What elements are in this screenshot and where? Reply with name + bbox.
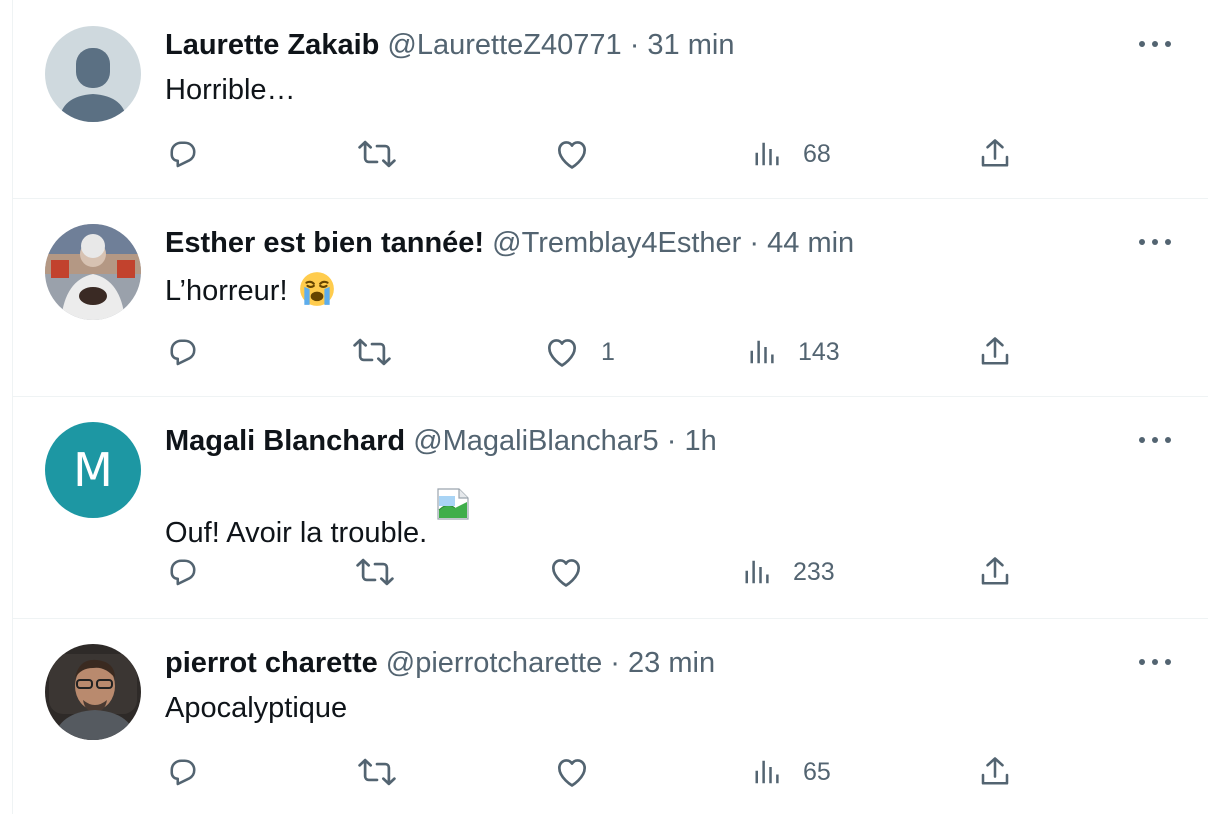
user-handle[interactable]: @Tremblay4Esther <box>492 227 741 259</box>
timestamp[interactable]: 1h <box>684 425 716 457</box>
like-count: 1 <box>601 337 615 366</box>
timestamp[interactable]: 44 min <box>767 227 854 259</box>
like-icon <box>557 759 587 787</box>
person-photo-icon <box>45 644 141 740</box>
reply-button[interactable] <box>165 752 221 792</box>
separator: · <box>749 227 760 259</box>
views-count: 65 <box>803 757 831 786</box>
views-button[interactable]: 233 <box>743 552 835 592</box>
action-bar: 65 <box>13 752 1208 792</box>
share-icon <box>981 139 1009 167</box>
display-name[interactable]: pierrot charette <box>165 647 378 679</box>
reply-icon <box>170 559 196 586</box>
like-icon <box>551 559 581 587</box>
like-button[interactable]: 1 <box>543 332 615 372</box>
retweet-icon <box>356 558 394 586</box>
reply-feed: Laurette Zakaib @LauretteZ40771 · 31 min… <box>12 0 1208 814</box>
reply-icon <box>170 141 196 168</box>
tweet-text-content: L’horreur! <box>165 275 288 307</box>
like-icon <box>557 141 587 169</box>
share-button[interactable] <box>977 134 1013 174</box>
tweet[interactable]: pierrot charette @pierrotcharette · 23 m… <box>13 618 1208 814</box>
tweet-header: pierrot charette @pierrotcharette · 23 m… <box>165 645 715 681</box>
tweet-text-content: Ouf! Avoir la trouble. <box>165 517 428 549</box>
broken-image-icon <box>437 488 469 520</box>
share-icon <box>981 757 1009 785</box>
like-icon <box>547 339 577 367</box>
tweet-text: Apocalyptique <box>165 690 347 726</box>
like-button[interactable] <box>553 134 611 174</box>
tweet-text: L’horreur! <box>165 270 336 309</box>
display-name[interactable]: Esther est bien tannée! <box>165 227 484 259</box>
tweet[interactable]: Laurette Zakaib @LauretteZ40771 · 31 min… <box>13 0 1208 199</box>
reply-button[interactable] <box>165 552 221 592</box>
like-button[interactable] <box>553 752 611 792</box>
retweet-icon <box>358 140 396 168</box>
separator: · <box>610 647 620 679</box>
more-icon[interactable] <box>1139 36 1171 52</box>
retweet-button[interactable] <box>356 552 414 592</box>
avatar[interactable] <box>45 644 141 740</box>
tweet[interactable]: Esther est bien tannée! @Tremblay4Esther… <box>13 198 1208 397</box>
person-photo-icon <box>45 224 141 320</box>
avatar-letter: M <box>73 443 113 497</box>
reply-button[interactable] <box>165 134 221 174</box>
more-icon[interactable] <box>1139 432 1171 448</box>
retweet-button[interactable] <box>358 752 416 792</box>
tweet[interactable]: M Magali Blanchard @MagaliBlanchar5 · 1h… <box>13 396 1208 619</box>
like-button[interactable] <box>547 552 605 592</box>
action-bar: 68 <box>13 134 1208 174</box>
reply-icon <box>170 759 196 786</box>
user-handle[interactable]: @LauretteZ40771 <box>387 29 621 61</box>
views-button[interactable]: 143 <box>748 332 840 372</box>
retweet-button[interactable] <box>353 332 411 372</box>
views-icon <box>755 760 779 784</box>
timestamp[interactable]: 23 min <box>628 647 715 679</box>
tweet-text: Ouf! Avoir la trouble. <box>165 488 469 551</box>
tweet-header: Esther est bien tannée! @Tremblay4Esther… <box>165 225 854 261</box>
share-button[interactable] <box>977 752 1013 792</box>
user-handle[interactable]: @MagaliBlanchar5 <box>413 425 658 457</box>
action-bar: 1 143 <box>13 332 1208 372</box>
share-icon <box>981 557 1009 585</box>
views-icon <box>750 340 774 364</box>
avatar[interactable]: M <box>45 422 141 518</box>
views-button[interactable]: 65 <box>753 752 831 792</box>
action-bar: 233 <box>13 552 1208 592</box>
timestamp[interactable]: 31 min <box>647 29 734 61</box>
more-icon[interactable] <box>1139 234 1171 250</box>
views-count: 143 <box>798 337 840 366</box>
display-name[interactable]: Magali Blanchard <box>165 425 405 457</box>
views-count: 68 <box>803 139 831 168</box>
default-avatar-icon <box>45 26 141 122</box>
share-icon <box>981 337 1009 365</box>
views-button[interactable]: 68 <box>753 134 831 174</box>
avatar[interactable] <box>45 224 141 320</box>
avatar[interactable] <box>45 26 141 122</box>
reply-icon <box>170 339 196 366</box>
retweet-icon <box>358 758 396 786</box>
crying-face-emoji-icon <box>299 272 334 306</box>
share-button[interactable] <box>977 332 1013 372</box>
tweet-header: Laurette Zakaib @LauretteZ40771 · 31 min <box>165 27 734 63</box>
views-icon <box>755 142 779 166</box>
user-handle[interactable]: @pierrotcharette <box>386 647 602 679</box>
retweet-icon <box>353 338 391 366</box>
share-button[interactable] <box>977 552 1013 592</box>
views-icon <box>745 560 769 584</box>
separator: · <box>629 29 640 61</box>
reply-button[interactable] <box>165 332 221 372</box>
tweet-text-content: Apocalyptique <box>165 692 348 724</box>
separator: · <box>666 425 677 457</box>
retweet-button[interactable] <box>358 134 416 174</box>
tweet-text-content: Horrible… <box>165 74 296 106</box>
tweet-text: Horrible… <box>165 72 296 108</box>
display-name[interactable]: Laurette Zakaib <box>165 29 379 61</box>
tweet-header: Magali Blanchard @MagaliBlanchar5 · 1h <box>165 423 717 459</box>
views-count: 233 <box>793 557 835 586</box>
more-icon[interactable] <box>1139 654 1171 670</box>
